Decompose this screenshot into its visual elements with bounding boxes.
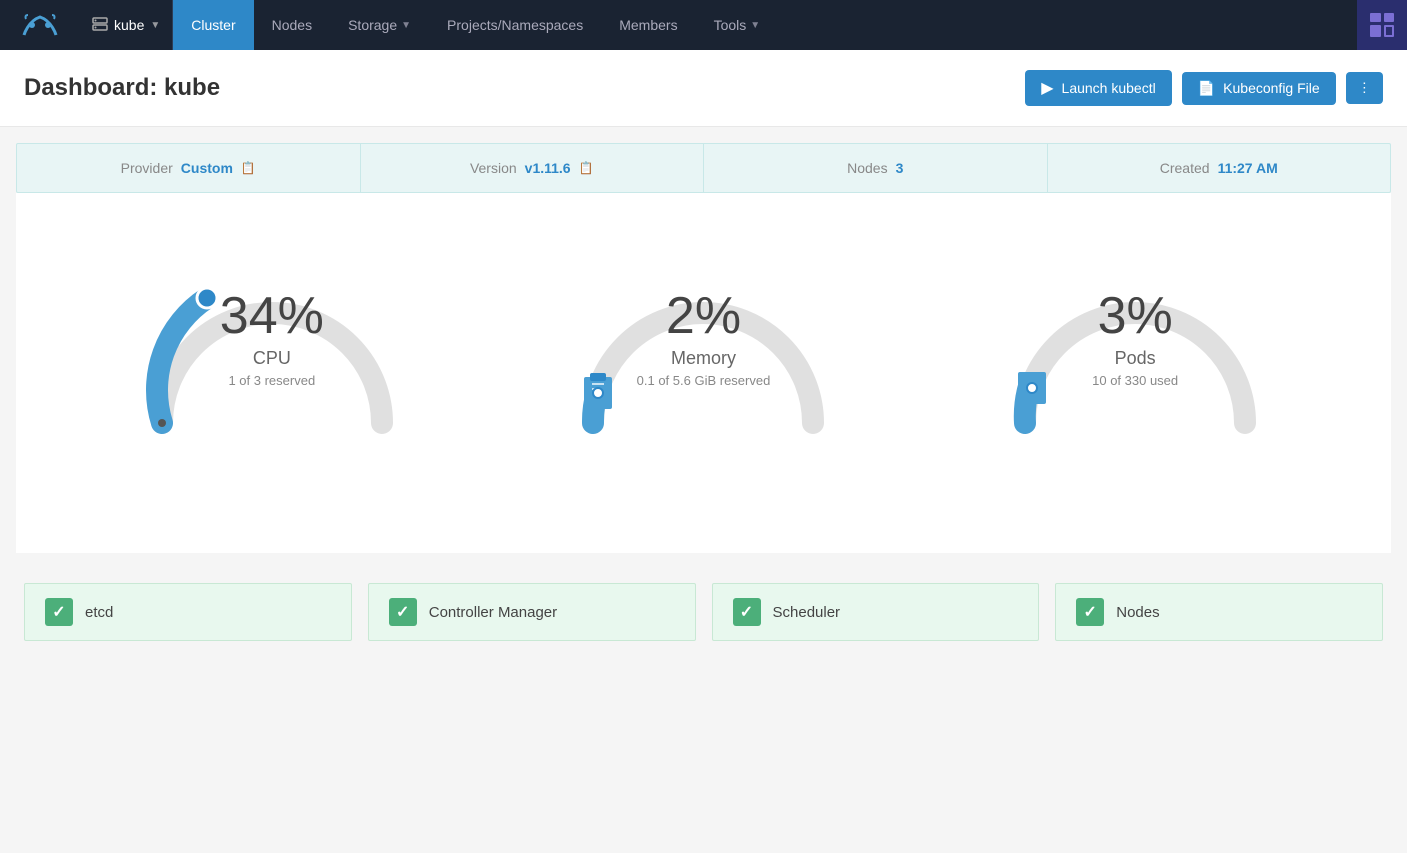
kubeconfig-label: Kubeconfig File: [1223, 80, 1320, 96]
header-actions: ▶ Launch kubectl 📄 Kubeconfig File ⋮: [1025, 70, 1383, 106]
nav-item-members[interactable]: Members: [601, 0, 695, 50]
created-info: Created 11:27 AM: [1048, 144, 1391, 192]
scheduler-status: ✓ Scheduler: [712, 583, 1040, 641]
kubeconfig-button[interactable]: 📄 Kubeconfig File: [1182, 72, 1336, 105]
created-value: 11:27 AM: [1218, 160, 1278, 176]
cpu-sublabel: 1 of 3 reserved: [220, 373, 324, 388]
memory-label: Memory: [637, 348, 771, 369]
etcd-check-icon: ✓: [45, 598, 73, 626]
version-label: Version: [470, 160, 517, 176]
cpu-percent: 34%: [220, 290, 324, 342]
more-icon: ⋮: [1358, 80, 1371, 95]
nav-item-projects[interactable]: Projects/Namespaces: [429, 0, 601, 50]
main-content: Dashboard: kube ▶ Launch kubectl 📄 Kubec…: [0, 50, 1407, 853]
provider-value: Custom: [181, 160, 233, 176]
nav-item-cluster[interactable]: Cluster: [173, 0, 253, 50]
logo: [0, 0, 80, 50]
page-title: Dashboard: kube: [24, 74, 220, 102]
nav-members-label: Members: [619, 17, 677, 33]
page-title-prefix: Dashboard:: [24, 74, 157, 101]
memory-gauge: 2% Memory 0.1 of 5.6 GiB reserved: [543, 223, 863, 523]
cpu-gauge: 34% CPU 1 of 3 reserved: [112, 223, 432, 523]
provider-info: Provider Custom 📋: [17, 144, 361, 192]
file-icon: 📄: [1198, 80, 1215, 97]
cpu-gauge-text: 34% CPU 1 of 3 reserved: [220, 290, 324, 388]
scheduler-check-icon: ✓: [733, 598, 761, 626]
gauges-section: 34% CPU 1 of 3 reserved: [16, 193, 1391, 553]
nav-storage-label: Storage: [348, 17, 397, 33]
controller-manager-check-icon: ✓: [389, 598, 417, 626]
nav-tools-label: Tools: [714, 17, 747, 33]
nav-items: Cluster Nodes Storage ▼ Projects/Namespa…: [173, 0, 1357, 50]
provider-label: Provider: [121, 160, 173, 176]
info-bar: Provider Custom 📋 Version v1.11.6 📋 Node…: [16, 143, 1391, 193]
nav-projects-label: Projects/Namespaces: [447, 17, 583, 33]
pods-gauge: 3% Pods 10 of 330 used: [975, 223, 1295, 523]
nodes-status: ✓ Nodes: [1055, 583, 1383, 641]
nodes-value: 3: [896, 160, 904, 176]
pods-percent: 3%: [1092, 290, 1178, 342]
cluster-name: kube: [114, 17, 144, 33]
etcd-status: ✓ etcd: [24, 583, 352, 641]
controller-manager-label: Controller Manager: [429, 604, 557, 621]
cpu-label: CPU: [220, 348, 324, 369]
page-header: Dashboard: kube ▶ Launch kubectl 📄 Kubec…: [0, 50, 1407, 127]
launch-kubectl-label: Launch kubectl: [1062, 80, 1156, 96]
memory-sublabel: 0.1 of 5.6 GiB reserved: [637, 373, 771, 388]
version-copy-icon[interactable]: 📋: [579, 161, 594, 175]
nodes-check-icon: ✓: [1076, 598, 1104, 626]
cluster-dropdown-icon: ▼: [150, 20, 160, 31]
launch-kubectl-button[interactable]: ▶ Launch kubectl: [1025, 70, 1172, 106]
pods-label: Pods: [1092, 348, 1178, 369]
created-label: Created: [1160, 160, 1210, 176]
version-info: Version v1.11.6 📋: [361, 144, 705, 192]
page-title-name: kube: [164, 74, 220, 101]
version-value: v1.11.6: [525, 160, 571, 176]
nodes-label: Nodes: [847, 160, 887, 176]
nav-nodes-label: Nodes: [272, 17, 312, 33]
status-bar: ✓ etcd ✓ Controller Manager ✓ Scheduler …: [16, 583, 1391, 641]
cluster-server-icon: [92, 17, 108, 34]
storage-dropdown-icon: ▼: [401, 20, 411, 31]
nodes-info: Nodes 3: [704, 144, 1048, 192]
terminal-icon: ▶: [1041, 78, 1053, 98]
scheduler-label: Scheduler: [773, 604, 841, 621]
pods-sublabel: 10 of 330 used: [1092, 373, 1178, 388]
pods-gauge-text: 3% Pods 10 of 330 used: [1092, 290, 1178, 388]
nav-item-nodes[interactable]: Nodes: [254, 0, 330, 50]
memory-percent: 2%: [637, 290, 771, 342]
nav-right: [1357, 0, 1407, 50]
controller-manager-status: ✓ Controller Manager: [368, 583, 696, 641]
navigation: kube ▼ Cluster Nodes Storage ▼ Projects/…: [0, 0, 1407, 50]
etcd-label: etcd: [85, 604, 113, 621]
tools-dropdown-icon: ▼: [750, 20, 760, 31]
more-options-button[interactable]: ⋮: [1346, 72, 1383, 104]
nav-item-tools[interactable]: Tools ▼: [696, 0, 779, 50]
user-avatar[interactable]: [1357, 0, 1407, 50]
nodes-status-label: Nodes: [1116, 604, 1159, 621]
nav-cluster-label: Cluster: [191, 17, 235, 33]
memory-gauge-text: 2% Memory 0.1 of 5.6 GiB reserved: [637, 290, 771, 388]
cluster-selector[interactable]: kube ▼: [80, 0, 173, 50]
nav-item-storage[interactable]: Storage ▼: [330, 0, 429, 50]
provider-copy-icon[interactable]: 📋: [241, 161, 256, 175]
